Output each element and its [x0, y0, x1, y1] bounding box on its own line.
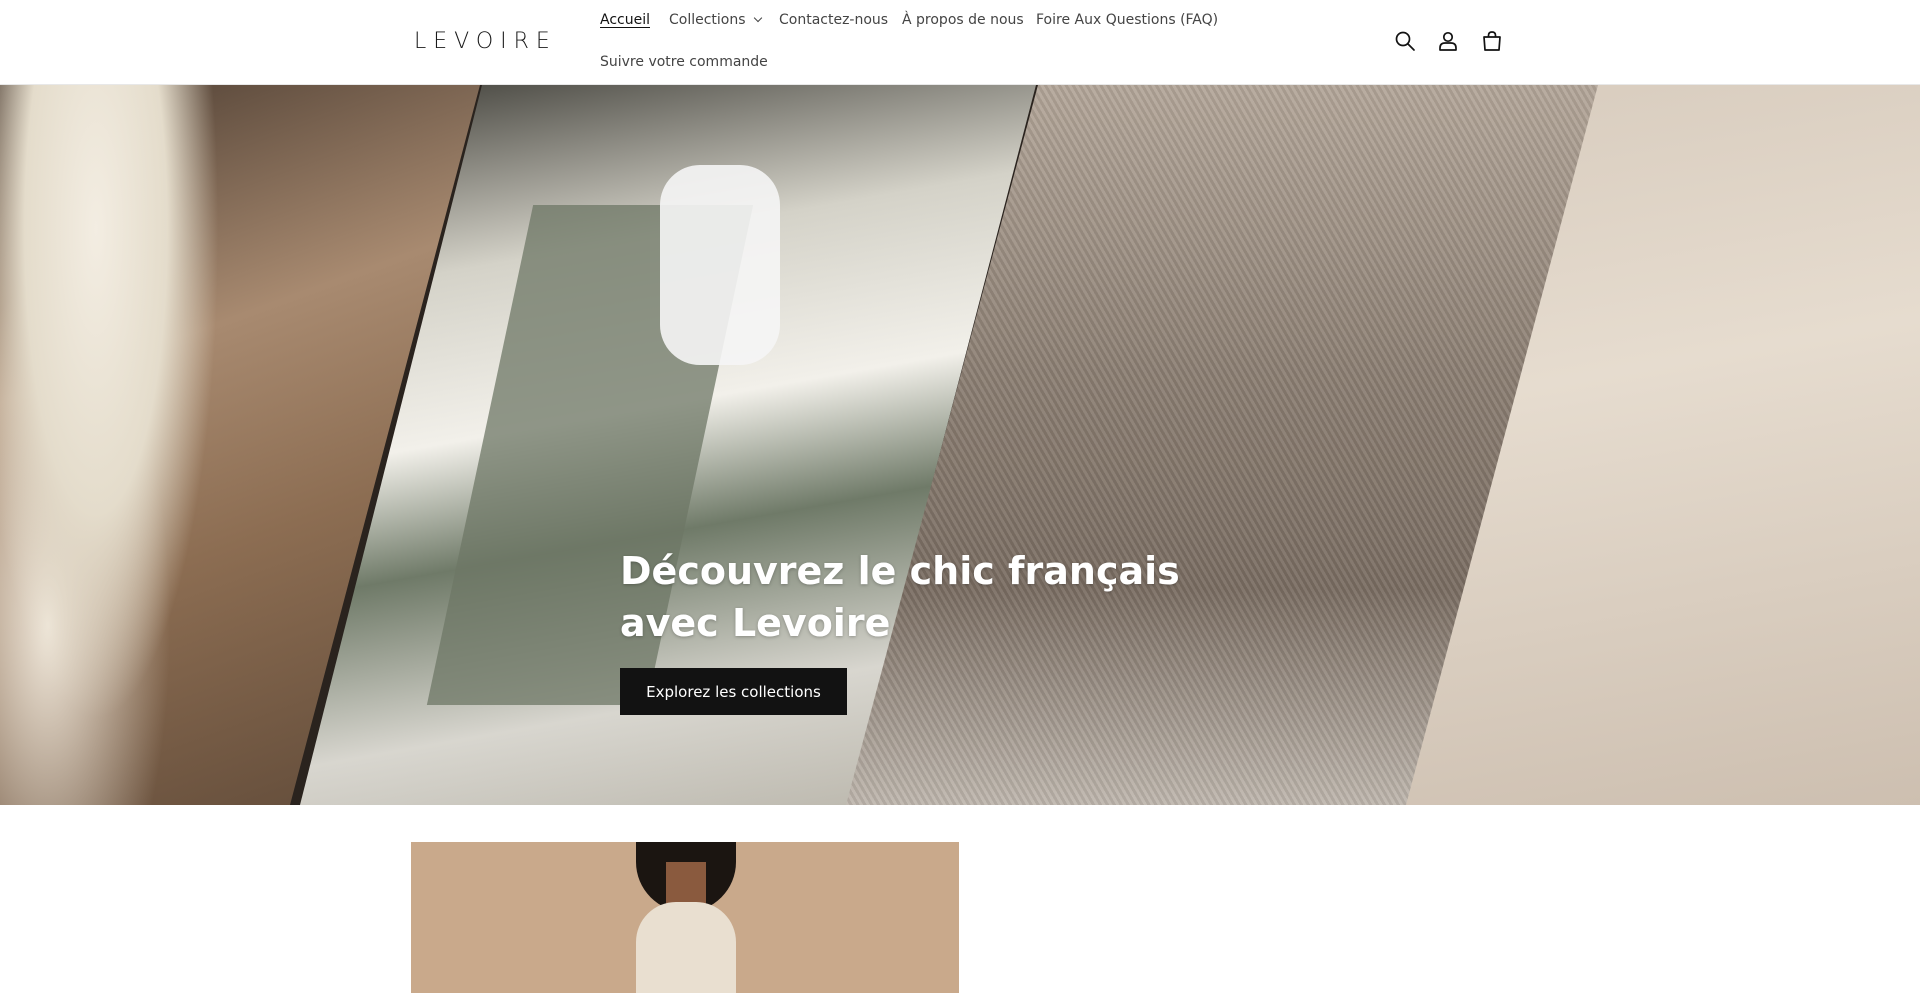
chevron-down-icon — [753, 13, 762, 23]
model-figure — [626, 842, 746, 993]
explore-collections-button[interactable]: Explorez les collections — [620, 668, 847, 715]
hero-banner: Découvrez le chic français avec Levoire … — [0, 85, 1920, 805]
nav-item-track-order[interactable]: Suivre votre commande — [600, 54, 768, 70]
nav-item-about[interactable]: À propos de nous — [902, 12, 1024, 28]
nav-item-faq[interactable]: Foire Aux Questions (FAQ) — [1036, 12, 1218, 28]
featured-product-image[interactable] — [411, 842, 959, 993]
nav-item-contact[interactable]: Contactez-nous — [779, 12, 888, 28]
nav-item-home[interactable]: Accueil — [600, 12, 650, 28]
hero-content: Découvrez le chic français avec Levoire — [620, 545, 1220, 649]
cart-icon[interactable] — [1480, 29, 1504, 53]
nav-item-collections-label: Collections — [669, 12, 746, 28]
hero-title: Découvrez le chic français avec Levoire — [620, 549, 1180, 645]
search-icon[interactable] — [1393, 29, 1417, 53]
nav-item-collections[interactable]: Collections — [669, 12, 762, 28]
store-logo[interactable]: LEVOIRE — [414, 29, 557, 54]
site-header: LEVOIRE Accueil Collections Contactez-no… — [0, 0, 1920, 85]
account-icon[interactable] — [1436, 29, 1460, 53]
